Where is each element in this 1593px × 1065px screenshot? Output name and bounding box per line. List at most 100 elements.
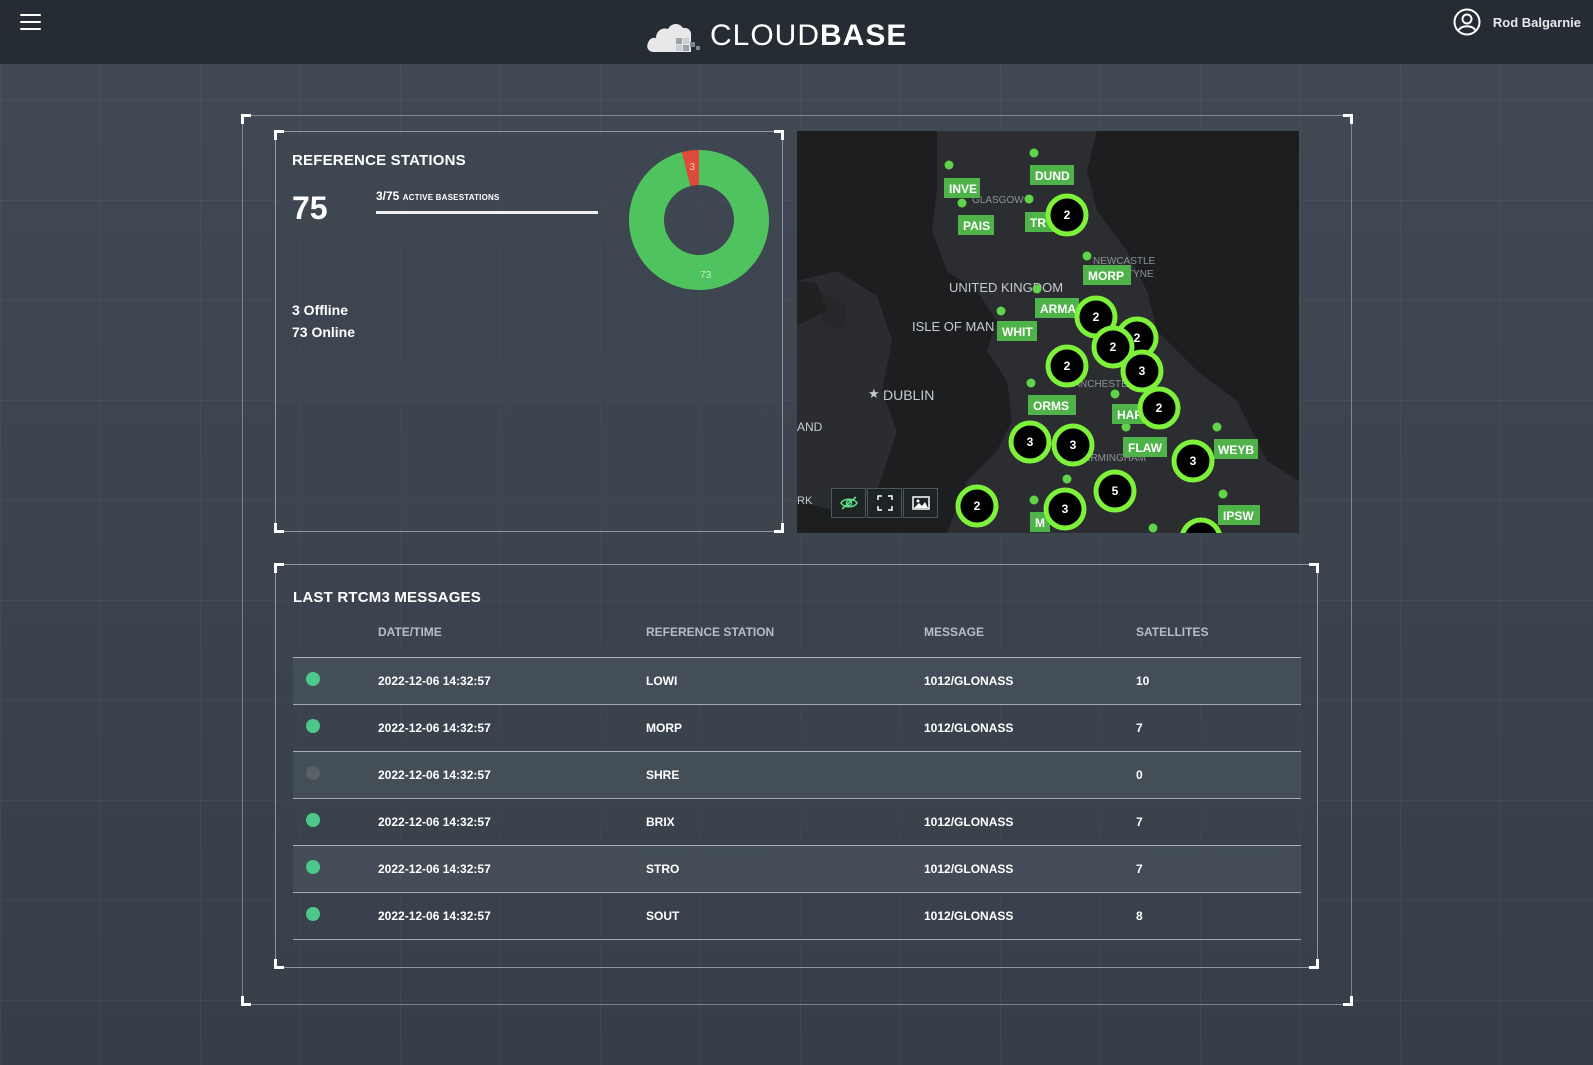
hide-icon[interactable] <box>831 488 866 518</box>
svg-text:DUND: DUND <box>1035 169 1070 183</box>
table-row[interactable]: 2022-12-06 14:32:57 BRIX 1012/GLONASS 7 <box>293 798 1301 846</box>
svg-text:INVE: INVE <box>949 182 977 196</box>
station-dot[interactable] <box>1029 148 1039 158</box>
status-cell <box>293 892 378 940</box>
cluster-marker[interactable]: 2 <box>1045 344 1089 388</box>
map-label: DUBLIN <box>883 387 934 403</box>
cluster-marker[interactable]: 3 <box>1008 420 1052 464</box>
logo-text: CLOUDBASE <box>710 19 907 53</box>
message-cell: 1012/GLONASS <box>924 798 1136 846</box>
table-row[interactable]: 2022-12-06 14:32:57 SHRE 0 <box>293 751 1301 799</box>
user-menu[interactable]: Rod Balgarnie <box>1453 8 1581 36</box>
svg-text:ORMS: ORMS <box>1033 399 1069 413</box>
station-tag[interactable]: MORP <box>1083 265 1131 285</box>
column-header[interactable]: DATE/TIME <box>378 625 646 658</box>
svg-text:ARMA: ARMA <box>1040 302 1076 316</box>
image-icon[interactable] <box>903 488 938 518</box>
svg-text:WHIT: WHIT <box>1002 325 1033 339</box>
station-cell: STRO <box>646 845 924 893</box>
station-dot[interactable] <box>1212 422 1222 432</box>
table-row[interactable]: 2022-12-06 14:32:57 STRO 1012/GLONASS 7 <box>293 845 1301 893</box>
station-dot[interactable] <box>1148 523 1158 533</box>
station-cell: SHRE <box>646 751 924 799</box>
svg-text:2: 2 <box>1156 401 1163 415</box>
station-tag[interactable]: DUND <box>1030 165 1074 185</box>
station-tag[interactable]: INVE <box>944 178 980 198</box>
message-cell: 1012/GLONASS <box>924 657 1136 705</box>
panel-corner <box>774 523 784 533</box>
column-header[interactable]: SATELLITES <box>1136 625 1301 658</box>
total-stations-count: 75 <box>292 190 328 226</box>
station-cell: MORP <box>646 704 924 752</box>
datetime-cell: 2022-12-06 14:32:57 <box>378 704 646 752</box>
table-row[interactable]: 2022-12-06 14:32:57 SOUT 1012/GLONASS 8 <box>293 892 1301 940</box>
station-dot[interactable] <box>944 160 954 170</box>
datetime-cell: 2022-12-06 14:32:57 <box>378 751 646 799</box>
cluster-marker[interactable]: 2 <box>1137 386 1181 430</box>
column-header[interactable]: MESSAGE <box>924 625 1136 658</box>
svg-text:PAIS: PAIS <box>963 219 990 233</box>
panel-corner <box>1309 959 1319 969</box>
cluster-marker[interactable]: 3 <box>1051 423 1095 467</box>
map-canvas[interactable]: UNITED KINGDOM ISLE OF MAN DUBLIN AND RK… <box>797 131 1299 533</box>
station-dot[interactable] <box>996 306 1006 316</box>
fullscreen-icon[interactable] <box>867 488 902 518</box>
svg-text:3: 3 <box>1190 454 1197 468</box>
svg-text:IPSW: IPSW <box>1223 509 1254 523</box>
cluster-marker[interactable]: 3 <box>1171 439 1215 483</box>
station-tag[interactable]: FLAW <box>1123 437 1167 457</box>
station-dot[interactable] <box>1082 251 1092 261</box>
svg-text:2: 2 <box>1064 208 1071 222</box>
table-row[interactable]: 2022-12-06 14:32:57 LOWI 1012/GLONASS 10 <box>293 657 1301 705</box>
cluster-marker[interactable]: 5 <box>1093 469 1137 513</box>
station-dot[interactable] <box>957 198 967 208</box>
satellites-cell: 10 <box>1136 657 1301 705</box>
station-tag[interactable]: IPSW <box>1218 505 1260 525</box>
datetime-cell: 2022-12-06 14:32:57 <box>378 798 646 846</box>
cloudbase-logo[interactable]: CLOUDBASE <box>646 14 907 58</box>
column-header[interactable]: REFERENCE STATION <box>646 625 924 658</box>
station-cell: LOWI <box>646 657 924 705</box>
message-cell: 1012/GLONASS <box>924 892 1136 940</box>
station-tag[interactable]: WEYB <box>1214 439 1258 459</box>
satellites-cell: 7 <box>1136 798 1301 846</box>
station-dot[interactable] <box>1110 389 1120 399</box>
satellites-cell: 7 <box>1136 704 1301 752</box>
map-label: TYNE <box>1127 269 1154 280</box>
satellites-cell: 7 <box>1136 845 1301 893</box>
station-dot[interactable] <box>1218 489 1228 499</box>
donut-slice-online[interactable] <box>629 150 769 290</box>
status-indicator-icon <box>306 672 320 687</box>
svg-text:2: 2 <box>1064 359 1071 373</box>
cluster-marker[interactable]: 2 <box>1045 193 1089 237</box>
station-tag[interactable]: ARMA <box>1035 298 1079 318</box>
station-dot[interactable] <box>1029 495 1039 505</box>
station-tag[interactable]: WHIT <box>997 321 1037 341</box>
status-indicator-icon <box>306 719 320 734</box>
cluster-marker[interactable]: 3 <box>1120 349 1164 393</box>
map-label: ISLE OF MAN <box>912 319 994 334</box>
reference-stations-panel: REFERENCE STATIONS 75 3/75 ACTIVE BASEST… <box>274 130 784 533</box>
panel-title: REFERENCE STATIONS <box>292 152 466 169</box>
station-dot[interactable] <box>1032 284 1042 294</box>
active-basestations-label: 3/75 ACTIVE BASESTATIONS <box>376 189 500 203</box>
svg-text:2: 2 <box>974 499 981 513</box>
stations-map[interactable]: UNITED KINGDOM ISLE OF MAN DUBLIN AND RK… <box>797 131 1299 533</box>
table-row[interactable]: 2022-12-06 14:32:57 MORP 1012/GLONASS 7 <box>293 704 1301 752</box>
panel-corner <box>274 563 284 573</box>
status-indicator-icon <box>306 907 320 922</box>
status-cell <box>293 798 378 846</box>
status-indicator-icon <box>306 860 320 875</box>
svg-text:5: 5 <box>1112 484 1119 498</box>
station-tag[interactable]: ORMS <box>1028 395 1076 415</box>
station-cell: BRIX <box>646 798 924 846</box>
hamburger-icon[interactable] <box>20 14 41 32</box>
station-tag[interactable]: PAIS <box>958 215 994 235</box>
cluster-marker[interactable]: 2 <box>955 484 999 528</box>
cluster-marker[interactable]: 3 <box>1043 487 1087 531</box>
frame-corner <box>1343 996 1353 1006</box>
station-dot[interactable] <box>1024 194 1034 204</box>
station-dot[interactable] <box>1026 378 1036 388</box>
active-count: 3/75 <box>376 189 400 203</box>
station-dot[interactable] <box>1062 474 1072 484</box>
